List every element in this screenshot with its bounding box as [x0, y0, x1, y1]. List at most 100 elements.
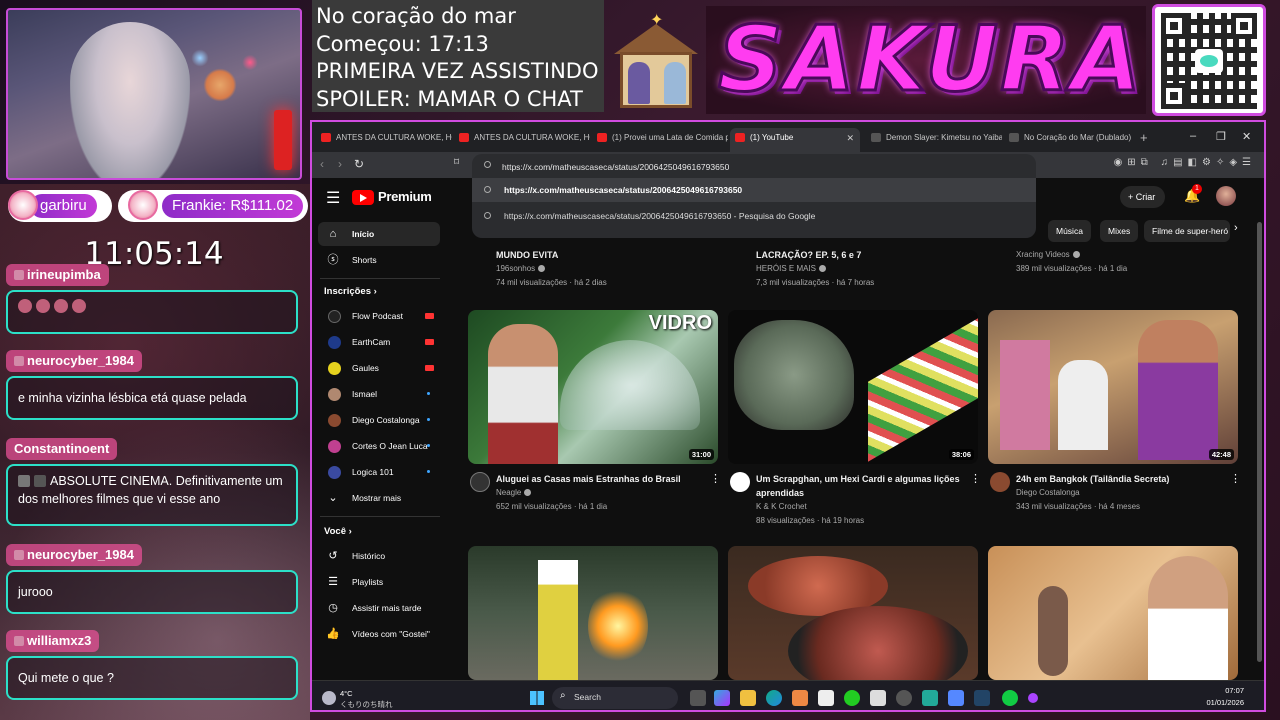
sidebar-item-flow-podcast[interactable]: Flow Podcast [318, 304, 440, 328]
sidebar-item-ismael[interactable]: Ismael [318, 382, 440, 406]
chip-musica[interactable]: Música [1048, 220, 1091, 242]
restore-icon[interactable]: ❐ [1216, 130, 1226, 143]
sidebar-item-inicio[interactable]: ⌂ Início [318, 222, 440, 246]
bookmark-icon[interactable]: ⌑ [454, 157, 459, 168]
back-icon[interactable]: ‹ [320, 157, 324, 171]
task-view-icon[interactable] [690, 690, 706, 706]
spotify-icon[interactable] [1002, 690, 1018, 706]
video-thumbnail[interactable] [468, 546, 718, 680]
you-header[interactable]: Você › [324, 526, 352, 537]
brave-icon[interactable] [792, 690, 808, 706]
tab-woke-1[interactable]: ANTES DA CULTURA WOKE, HOLL [316, 128, 452, 152]
steam-icon[interactable] [974, 690, 990, 706]
youtube-logo-icon[interactable] [352, 190, 374, 205]
app-icon[interactable] [922, 690, 938, 706]
forward-icon[interactable]: › [338, 157, 342, 171]
video-channel[interactable]: 196sonhos [496, 262, 546, 276]
video-thumbnail[interactable] [988, 546, 1238, 680]
sidebar-item-historico[interactable]: ↺ Histórico [318, 544, 440, 568]
channel-avatar[interactable] [990, 472, 1010, 492]
sidebar-item-logica[interactable]: Logica 101 [318, 460, 440, 484]
app-icon[interactable] [870, 690, 886, 706]
video-channel[interactable]: Xracing Videos [1016, 248, 1080, 262]
channel-avatar[interactable] [730, 472, 750, 492]
chrome-icon[interactable] [896, 690, 912, 706]
chat-username: williamxz3 [6, 630, 100, 652]
system-clock[interactable]: 07:07 01/01/2026 [1206, 685, 1244, 709]
video-title[interactable]: LACRAÇÃO? EP. 5, 6 e 7 [756, 248, 861, 262]
sidebar-item-earthcam[interactable]: EarthCam [318, 330, 440, 354]
more-options-icon[interactable]: ⋮ [1230, 472, 1241, 485]
video-title[interactable]: MUNDO EVITA [496, 248, 558, 262]
video-thumbnail[interactable]: 38:06 [728, 310, 978, 464]
video-thumbnail[interactable]: 42:48 [988, 310, 1238, 464]
playlists-icon: ☰ [328, 576, 338, 588]
emote-icon [36, 299, 50, 313]
video-thumbnail[interactable]: VIDRO 31:00 [468, 310, 718, 464]
chevron-right-icon[interactable]: › [1234, 222, 1238, 234]
tab-coracao-mar[interactable]: No Coração do Mar (Dublado) [1004, 128, 1134, 152]
minimize-icon[interactable]: – [1190, 130, 1196, 142]
taskbar-search[interactable]: ⌕ Search [552, 687, 678, 709]
sidebar-item-shorts[interactable]: ⓢ Shorts [318, 248, 440, 272]
show-more-button[interactable]: ⌄ Mostrar mais [318, 486, 440, 510]
whatsapp-icon[interactable] [844, 690, 860, 706]
chip-super-heroi[interactable]: Filme de super-heró [1144, 220, 1230, 242]
like-icon: 👍 [326, 628, 340, 640]
video-thumbnail[interactable] [728, 546, 978, 680]
windows-taskbar: 4°C くもりのち晴れ ⌕ Search 07:07 01/01/2026 [312, 680, 1264, 710]
tab-youtube-active[interactable]: (1) YouTube ✕ [730, 128, 860, 152]
account-avatar[interactable] [1216, 186, 1236, 206]
suggestion-search[interactable]: https://x.com/matheuscaseca/status/20064… [472, 204, 1036, 228]
site-info-icon[interactable] [484, 161, 491, 168]
info-line-first-time: PRIMEIRA VEZ ASSISTINDO [316, 59, 599, 83]
sidebar-item-watch-later[interactable]: ◷ Assistir mais tarde [318, 596, 440, 620]
reload-icon[interactable]: ↻ [354, 157, 364, 171]
app-icon[interactable] [1028, 693, 1038, 703]
video-channel[interactable]: Neagle [496, 486, 532, 500]
channel-avatar[interactable] [470, 472, 490, 492]
suggestion-url[interactable]: https://x.com/matheuscaseca/status/20064… [472, 178, 1036, 202]
create-button[interactable]: + Criar [1120, 186, 1166, 208]
stream-info-box: No coração do mar Começou: 17:13 PRIMEIR… [312, 0, 604, 112]
weather-widget[interactable]: 4°C くもりのち晴れ [322, 687, 402, 709]
address-bar-input[interactable]: https://x.com/matheuscaseca/status/20064… [502, 158, 1022, 176]
window-close-icon[interactable]: ✕ [1242, 130, 1251, 143]
video-channel[interactable]: HERÓIS E MAIS [756, 262, 827, 276]
video-title[interactable]: 24h em Bangkok (Tailândia Secreta) [1016, 472, 1226, 486]
sidebar-item-jean-luca[interactable]: Cortes O Jean Luca [318, 434, 440, 458]
verified-icon [524, 489, 532, 496]
chevron-down-icon: ⌄ [328, 492, 338, 504]
windows-start-icon[interactable] [530, 691, 544, 705]
sidebar-item-playlists[interactable]: ☰ Playlists [318, 570, 440, 594]
video-channel[interactable]: Diego Costalonga [1016, 486, 1080, 500]
chip-mixes[interactable]: Mixes [1100, 220, 1139, 242]
video-title[interactable]: Um Scrapghan, um Hexi Cardi e algumas li… [756, 472, 966, 500]
tab-woke-2[interactable]: ANTES DA CULTURA WOKE, HOLL [454, 128, 590, 152]
webcam-red-light [274, 110, 292, 170]
tab-demon-slayer[interactable]: Demon Slayer: Kimetsu no Yaiba ( [866, 128, 1002, 152]
store-icon[interactable] [818, 690, 834, 706]
file-explorer-icon[interactable] [740, 690, 756, 706]
menu-icon[interactable]: ☰ [326, 188, 340, 208]
video-title[interactable]: Aluguei as Casas mais Estranhas do Brasi… [496, 472, 706, 486]
discord-icon[interactable] [948, 690, 964, 706]
copilot-icon[interactable] [714, 690, 730, 706]
youtube-premium-label[interactable]: Premium [378, 189, 432, 204]
sidebar-item-diego[interactable]: Diego Costalonga [318, 408, 440, 432]
more-options-icon[interactable]: ⋮ [710, 472, 721, 485]
video-channel[interactable]: K & K Crochet [756, 500, 807, 514]
subscriptions-header[interactable]: Inscrições › [324, 286, 377, 297]
toolbar-extension-icons[interactable]: ◉⊞⧉ ♫▤◧⚙✧◈☰ [1114, 157, 1256, 168]
sidebar-item-gaules[interactable]: Gaules [318, 356, 440, 380]
edge-icon[interactable] [766, 690, 782, 706]
clock-time: 07:07 [1225, 686, 1244, 695]
tab-lata-comida[interactable]: (1) Provei uma Lata de Comida pa [592, 128, 728, 152]
page-scrollbar[interactable] [1257, 222, 1262, 662]
more-options-icon[interactable]: ⋮ [970, 472, 981, 485]
close-icon[interactable]: ✕ [846, 128, 854, 148]
chat-username: irineupimba [6, 264, 109, 286]
sidebar-item-liked[interactable]: 👍 Vídeos com "Gostei" [318, 622, 440, 646]
new-tab-icon[interactable]: + [1140, 130, 1148, 145]
live-icon [425, 365, 434, 371]
